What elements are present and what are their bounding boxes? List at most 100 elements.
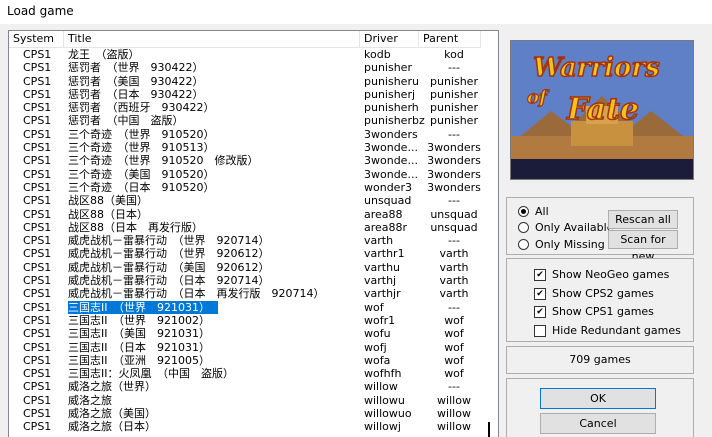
table-row[interactable]: CPS1 三国志II （世界 921031） wof --- [9,300,481,314]
cell-parent: varth [439,287,469,301]
cell-parent: wof [444,327,464,341]
table-row[interactable]: CPS1 威洛之旅（美国） willowuo willow [9,407,481,420]
column-header-system[interactable]: System [9,31,64,47]
cell-parent: --- [448,234,460,248]
radio-dot[interactable] [518,239,529,250]
cell-title: 战区88（日本） [68,207,148,221]
table-row[interactable]: CPS1 威虎战机－雷暴行动 （日本 920714） varthj varth [9,274,481,287]
scrollbar-thumb[interactable] [488,422,490,437]
rescan-all-button[interactable]: Rescan all [608,210,678,229]
table-row[interactable]: CPS1 三国志II：火凤凰 （中国 盗版） wofhfh wof [9,367,481,380]
list-rows: CPS1 龙王 （盗版） kodb kod CPS1 惩罚者 （世界 930422） pun… [9,48,481,434]
cell-title: 惩罚者 （美国 930422） [68,74,204,88]
table-row[interactable]: CPS1 威洛之旅（日本） willowj willow [9,420,481,433]
cell-system: CPS1 [23,300,52,314]
cell-parent: willow [437,393,471,407]
cell-title: 三国志II （亚洲 921005） [68,353,210,367]
scan-for-new-button[interactable]: Scan for new [608,230,678,263]
checkbox-show-cps1[interactable]: ✔ Show CPS1 games [534,305,654,318]
cell-parent: wof [444,353,464,367]
cell-driver: wofj [364,340,387,354]
radio-all[interactable]: All [518,205,549,218]
table-row[interactable]: CPS1 威洛之旅（世界） willow --- [9,380,481,393]
cell-driver: varthjr [364,287,401,301]
checkbox-hide-redundant[interactable]: Hide Redundant games [534,324,681,337]
table-row[interactable]: CPS1 三个奇迹 （世界 910513） 3wonde... 3wonders [9,141,481,154]
column-header-title[interactable]: Title [64,31,360,47]
table-row[interactable]: CPS1 威虎战机－雷暴行动 （日本 再发行版 920714） varthjr var… [9,287,481,300]
radio-only-available[interactable]: Only Available [518,221,613,234]
cell-parent: 3wonders [427,154,481,168]
cell-title: 惩罚者 （中国 盗版） [68,114,184,128]
cell-system: CPS1 [23,260,52,274]
checkbox-box[interactable]: ✔ [534,305,546,318]
cell-title: 三国志II （日本 921031） [68,340,210,354]
cell-system: CPS1 [23,420,52,434]
radio-dot[interactable] [518,222,529,233]
cell-driver: willowuo [364,407,412,421]
cell-system: CPS1 [23,101,52,115]
checkbox-box[interactable]: ✔ [534,287,546,300]
table-row[interactable]: CPS1 威虎战机－雷暴行动 （美国 920612） varthu varth [9,261,481,274]
table-row[interactable]: CPS1 惩罚者 （美国 930422） punisheru punisher [9,75,481,88]
cell-system: CPS1 [23,141,52,155]
table-row[interactable]: CPS1 三个奇迹 （世界 910520） 3wonders --- [9,128,481,141]
cell-parent: 3wonders [427,180,481,194]
table-row[interactable]: CPS1 三国志II （日本 921031） wofj wof [9,341,481,354]
cell-title: 龙王 （盗版） [68,48,140,61]
cell-system: CPS1 [23,87,52,101]
table-row[interactable]: CPS1 威虎战机－雷暴行动 （世界 920714） varth --- [9,234,481,247]
cell-driver: punisheru [364,74,419,88]
ok-button[interactable]: OK [540,388,656,409]
table-row[interactable]: CPS1 三国志II （美国 921031） wofu wof [9,327,481,340]
cell-parent: wof [444,367,464,381]
table-row[interactable]: CPS1 龙王 （盗版） kodb kod [9,48,481,61]
vertical-scrollbar[interactable] [483,47,497,437]
cell-driver: punisher [364,61,412,75]
table-row[interactable]: CPS1 三个奇迹 （世界 910520 修改版） 3wonde... 3wonder… [9,154,481,167]
table-row[interactable]: CPS1 威洛之旅 willowu willow [9,394,481,407]
cancel-button[interactable]: Cancel [540,413,656,434]
table-row[interactable]: CPS1 三个奇迹 （美国 910520） 3wonde... 3wonders [9,168,481,181]
logo-line1: Warriors [533,53,660,83]
cell-parent: unsquad [430,220,478,234]
cell-title: 三个奇迹 （美国 910520） [68,167,215,181]
checkbox-box[interactable]: ✔ [534,268,546,281]
table-row[interactable]: CPS1 威虎战机－雷暴行动 （世界 920612） varthr1 varth [9,247,481,260]
checkbox-box[interactable] [534,324,546,337]
table-row[interactable]: CPS1 三个奇迹 （日本 910520） wonder3 3wonders [9,181,481,194]
cell-title: 三国志II （美国 921031） [68,327,210,341]
table-row[interactable]: CPS1 惩罚者 （世界 930422） punisher --- [9,61,481,74]
table-row[interactable]: CPS1 战区88（日本） area88 unsquad [9,208,481,221]
table-row[interactable]: CPS1 惩罚者 （中国 盗版） punisherbz punisher [9,114,481,127]
radio-dot[interactable] [518,206,529,217]
cell-system: CPS1 [23,48,52,61]
cell-parent: 3wonders [427,167,481,181]
cell-system: CPS1 [23,247,52,261]
cell-title: 三国志II （世界 921031） [68,300,218,314]
column-header-driver[interactable]: Driver [360,31,419,47]
cell-title: 威虎战机－雷暴行动 （日本 再发行版 920714） [68,287,325,301]
window-title: Load game [7,4,74,18]
cell-system: CPS1 [23,367,52,381]
table-row[interactable]: CPS1 三国志II （世界 921002） wofr1 wof [9,314,481,327]
cell-driver: varthu [364,260,401,274]
checkbox-show-neogeo[interactable]: ✔ Show NeoGeo games [534,268,669,281]
cell-parent: willow [437,407,471,421]
radio-only-missing[interactable]: Only Missing [518,238,605,251]
cell-driver: punisherbz [364,114,425,128]
column-header-parent[interactable]: Parent [419,31,481,47]
table-row[interactable]: CPS1 惩罚者 （西班牙 930422） punisherh punisher [9,101,481,114]
cell-system: CPS1 [23,114,52,128]
cell-driver: area88r [364,220,408,234]
game-list[interactable]: System Title Driver Parent CPS1 龙王 （盗版） ko… [8,30,499,437]
cell-system: CPS1 [23,61,52,75]
table-row[interactable]: CPS1 惩罚者 （日本 930422） punisherj punisher [9,88,481,101]
table-row[interactable]: CPS1 战区88（美国） unsquad --- [9,194,481,207]
table-row[interactable]: CPS1 战区88（日本 再发行版） area88r unsquad [9,221,481,234]
checkbox-show-cps2[interactable]: ✔ Show CPS2 games [534,287,654,300]
cell-system: CPS1 [23,180,52,194]
cell-parent: punisher [430,74,478,88]
table-row[interactable]: CPS1 三国志II （亚洲 921005） wofa wof [9,354,481,367]
cell-title: 三国志II （世界 921002） [68,313,210,327]
